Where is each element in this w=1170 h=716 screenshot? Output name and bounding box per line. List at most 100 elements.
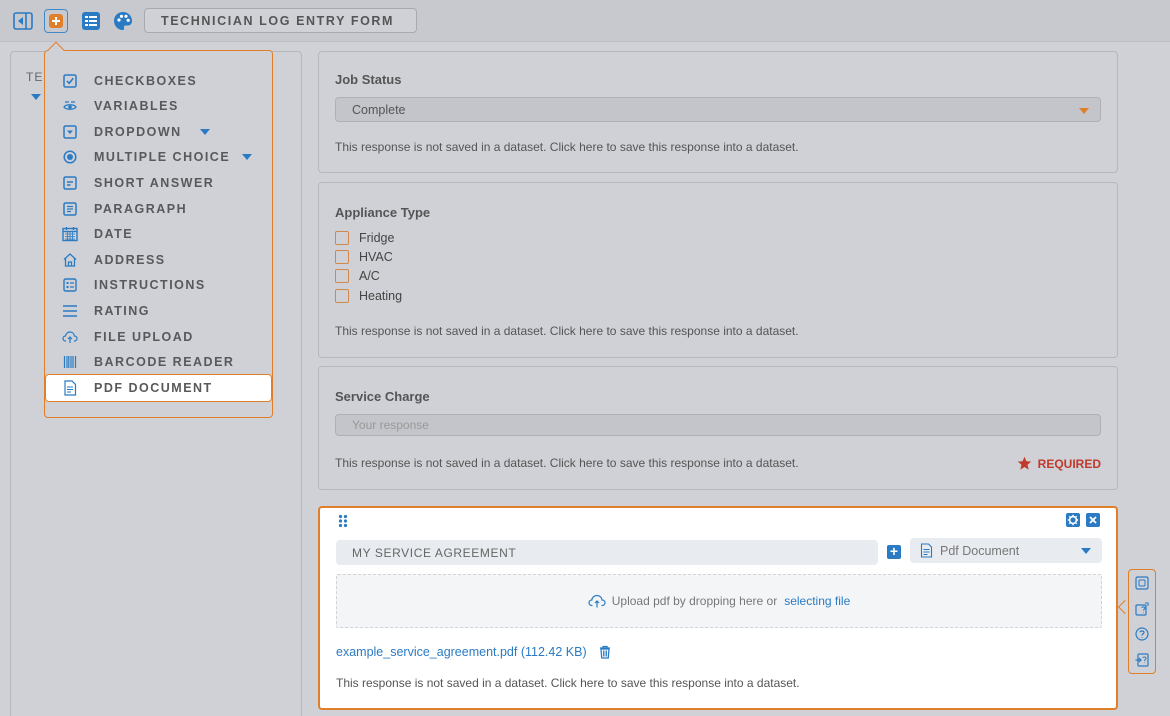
menu-item-label: FILE UPLOAD xyxy=(94,329,194,344)
menu-item-label: VARIABLES xyxy=(94,98,179,113)
cloud-upload-icon xyxy=(588,594,606,608)
add-question-icon xyxy=(49,14,63,28)
variables-icon xyxy=(62,98,78,114)
menu-item-dropdown[interactable]: DROPDOWN xyxy=(45,119,272,144)
chevron-down-icon[interactable] xyxy=(242,154,252,160)
menu-item-short-answer[interactable]: SHORT ANSWER xyxy=(45,170,272,195)
pdf-icon xyxy=(920,543,933,561)
logic-button[interactable] xyxy=(1135,602,1149,616)
dataset-note[interactable]: This response is not saved in a dataset.… xyxy=(335,140,799,154)
rating-icon xyxy=(62,303,78,319)
menu-item-paragraph[interactable]: PARAGRAPH xyxy=(45,196,272,221)
checkbox[interactable] xyxy=(335,289,349,303)
checkbox-option[interactable]: Fridge xyxy=(335,230,394,246)
insert-question-icon xyxy=(1135,653,1149,667)
question-card-pdf-document[interactable]: MY SERVICE AGREEMENT + Pdf Document Uplo… xyxy=(318,506,1118,710)
menu-item-label: INSTRUCTIONS xyxy=(94,277,206,292)
help-icon xyxy=(1135,627,1149,641)
dataset-note[interactable]: This response is not saved in a dataset.… xyxy=(335,456,799,470)
close-icon xyxy=(1086,513,1100,527)
pdf-icon xyxy=(62,380,78,396)
menu-item-barcode-reader[interactable]: BARCODE READER xyxy=(45,349,272,374)
checkbox-label: Heating xyxy=(359,289,403,303)
settings-button[interactable] xyxy=(1066,513,1080,527)
required-label: REQUIRED xyxy=(1037,456,1101,471)
checkbox-option[interactable]: Heating xyxy=(335,288,402,304)
question-type-select[interactable]: Pdf Document xyxy=(910,538,1102,563)
radio-icon xyxy=(62,149,78,165)
checkbox-option[interactable]: A/C xyxy=(335,268,380,284)
question-card-appliance-type[interactable]: Appliance Type Fridge HVAC A/C Heating T… xyxy=(318,182,1118,358)
drag-handle-icon[interactable] xyxy=(338,514,348,528)
menu-item-variables[interactable]: VARIABLES xyxy=(45,93,272,118)
list-icon xyxy=(82,12,100,30)
insert-question-button[interactable] xyxy=(1135,653,1149,667)
question-title: Job Status xyxy=(335,72,402,87)
menu-item-file-upload[interactable]: FILE UPLOAD xyxy=(45,324,272,349)
pdf-dropzone[interactable]: Upload pdf by dropping here or selecting… xyxy=(336,574,1102,628)
collapse-panel-button[interactable] xyxy=(11,9,35,33)
title-input-value: MY SERVICE AGREEMENT xyxy=(352,545,517,560)
paragraph-icon xyxy=(62,201,78,217)
question-title-input[interactable]: MY SERVICE AGREEMENT xyxy=(336,540,878,565)
menu-item-label: PARAGRAPH xyxy=(94,201,188,216)
left-panel-label: TE xyxy=(26,70,44,84)
dropdown-icon xyxy=(62,124,78,140)
star-icon xyxy=(1017,456,1032,471)
checkbox-label: A/C xyxy=(359,269,380,283)
job-status-select[interactable]: Complete xyxy=(335,97,1101,122)
cloud-upload-icon xyxy=(62,329,78,345)
checkbox[interactable] xyxy=(335,269,349,283)
close-button[interactable] xyxy=(1086,513,1100,527)
checkbox[interactable] xyxy=(335,250,349,264)
menu-item-instructions[interactable]: INSTRUCTIONS xyxy=(45,272,272,297)
barcode-icon xyxy=(62,354,78,370)
question-card-job-status[interactable]: Job Status Complete This response is not… xyxy=(318,51,1118,173)
checkbox[interactable] xyxy=(335,231,349,245)
dataset-note[interactable]: This response is not saved in a dataset.… xyxy=(336,676,800,690)
menu-item-rating[interactable]: RATING xyxy=(45,298,272,323)
menu-item-label: MULTIPLE CHOICE xyxy=(94,149,231,164)
palette-icon xyxy=(114,12,132,30)
duplicate-icon xyxy=(1135,576,1149,590)
collapse-panel-icon xyxy=(13,12,33,30)
service-charge-input[interactable]: Your response xyxy=(335,414,1101,436)
chevron-down-icon xyxy=(1079,108,1089,114)
help-button[interactable] xyxy=(1135,627,1149,641)
menu-item-label: SHORT ANSWER xyxy=(94,175,215,190)
question-title: Service Charge xyxy=(335,389,430,404)
form-title[interactable]: TECHNICIAN LOG ENTRY FORM xyxy=(144,8,417,33)
required-toggle[interactable]: REQUIRED xyxy=(1017,456,1101,471)
menu-item-address[interactable]: ADDRESS xyxy=(45,247,272,272)
question-title: Appliance Type xyxy=(335,205,431,220)
duplicate-button[interactable] xyxy=(1135,576,1149,590)
chevron-down-icon[interactable] xyxy=(31,94,41,100)
question-card-service-charge[interactable]: Service Charge Your response This respon… xyxy=(318,366,1118,490)
dataset-note[interactable]: This response is not saved in a dataset.… xyxy=(335,324,799,338)
select-file-link[interactable]: selecting file xyxy=(784,594,850,608)
uploaded-file: example_service_agreement.pdf (112.42 KB… xyxy=(336,645,611,659)
list-view-button[interactable] xyxy=(79,9,103,33)
menu-item-pdf-document[interactable]: PDF DOCUMENT xyxy=(45,374,272,402)
menu-item-label: ADDRESS xyxy=(94,252,166,267)
theme-button[interactable] xyxy=(111,9,135,33)
menu-item-label: CHECKBOXES xyxy=(94,73,198,88)
select-value: Complete xyxy=(352,102,406,117)
input-placeholder: Your response xyxy=(352,418,429,432)
menu-item-label: DROPDOWN xyxy=(94,124,182,139)
chevron-down-icon xyxy=(1081,548,1091,554)
delete-file-button[interactable] xyxy=(599,645,611,659)
menu-item-checkboxes[interactable]: CHECKBOXES xyxy=(45,68,272,93)
checkbox-option[interactable]: HVAC xyxy=(335,249,393,265)
menu-item-label: RATING xyxy=(94,303,150,318)
add-question-button[interactable] xyxy=(44,9,68,33)
menu-item-multiple-choice[interactable]: MULTIPLE CHOICE xyxy=(45,144,272,169)
file-link[interactable]: example_service_agreement.pdf (112.42 KB… xyxy=(336,645,587,659)
top-toolbar: TECHNICIAN LOG ENTRY FORM xyxy=(0,0,1170,42)
add-variable-button[interactable]: + xyxy=(887,544,901,559)
question-logic-icon xyxy=(1135,602,1149,616)
chevron-down-icon[interactable] xyxy=(200,129,210,135)
home-icon xyxy=(62,252,78,268)
menu-item-date[interactable]: DATE xyxy=(45,221,272,246)
type-select-value: Pdf Document xyxy=(940,543,1020,558)
